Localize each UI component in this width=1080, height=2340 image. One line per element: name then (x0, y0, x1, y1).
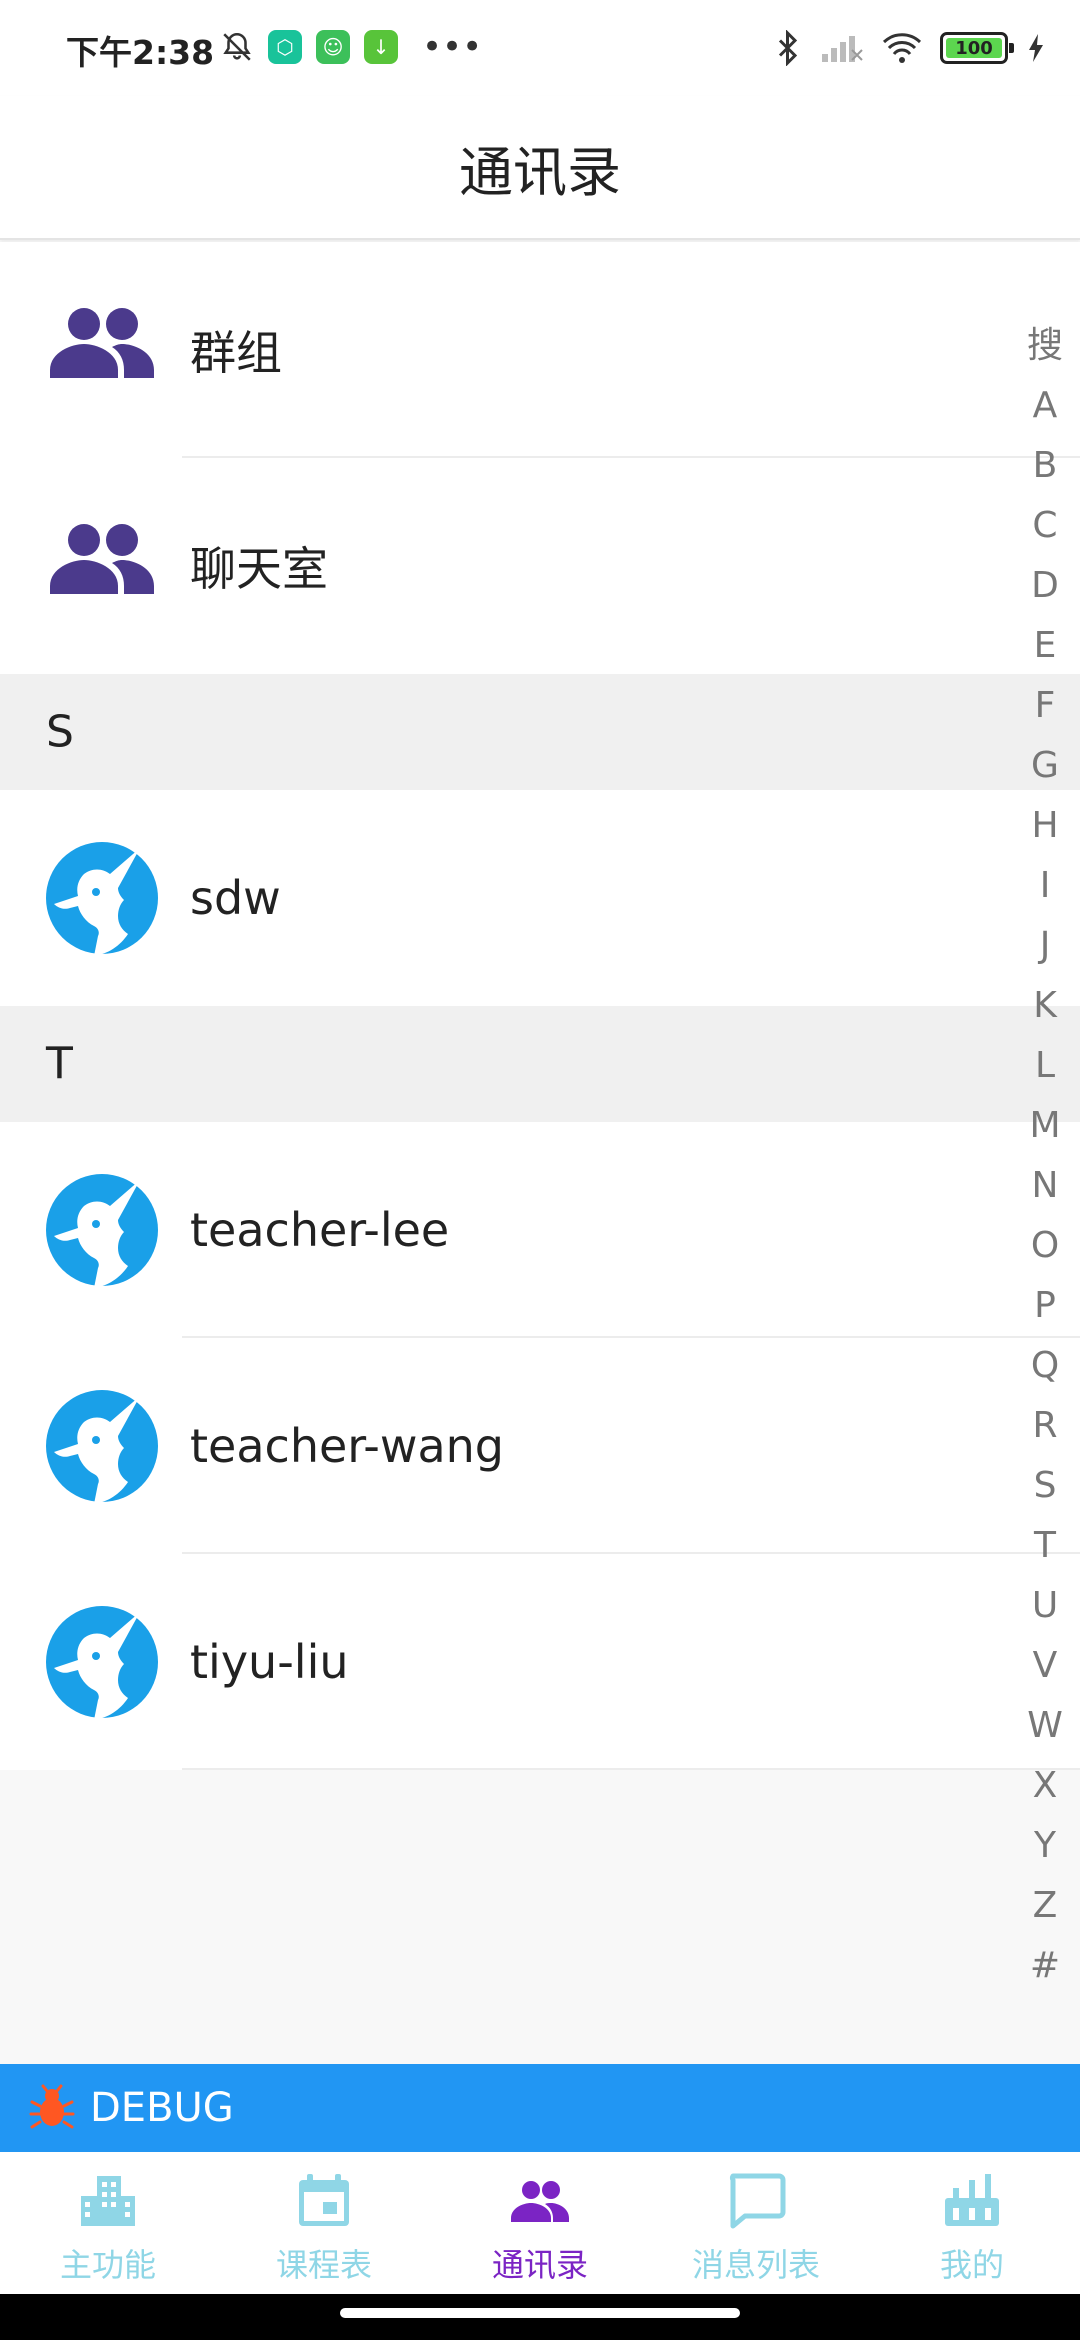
chat-bubble-icon (729, 2173, 786, 2229)
bluetooth-icon (778, 30, 798, 66)
tab-label: 通讯录 (491, 2246, 588, 2284)
section-header-t: T (0, 1006, 1080, 1122)
bug-icon (29, 2084, 75, 2129)
index-letter[interactable]: B (1033, 436, 1058, 496)
contacts-icon (511, 2181, 569, 2222)
tab-contacts[interactable]: 通讯录 (432, 2152, 648, 2294)
bottom-tab-bar: 主功能 课程表 通讯录 消息列表 我的 (0, 2152, 1080, 2294)
building-icon (81, 2176, 135, 2226)
alphabet-index-bar[interactable]: 搜 A B C D E F G H I J K L M N O P Q R S … (1024, 316, 1066, 1996)
more-notifications-icon: ••• (422, 27, 483, 67)
index-letter[interactable]: Q (1031, 1336, 1059, 1396)
index-letter[interactable]: Z (1033, 1876, 1058, 1936)
index-letter[interactable]: E (1034, 616, 1057, 676)
index-letter[interactable]: Y (1034, 1816, 1056, 1876)
unicorn-avatar-icon (46, 1606, 158, 1720)
index-letter[interactable]: T (1034, 1516, 1056, 1576)
page-title: 通讯录 (459, 140, 621, 204)
index-hash[interactable]: # (1030, 1936, 1060, 1996)
debug-label: DEBUG (90, 2085, 234, 2131)
index-letter[interactable]: C (1032, 496, 1057, 556)
contact-name: tiyu-liu (190, 1635, 349, 1689)
unicorn-avatar-icon (46, 1174, 158, 1288)
tab-messages[interactable]: 消息列表 (648, 2152, 864, 2294)
debug-bar[interactable]: DEBUG (0, 2064, 1080, 2152)
system-icons: 100 (776, 30, 1046, 66)
index-letter[interactable]: H (1031, 796, 1058, 856)
section-letter: S (46, 706, 74, 758)
profile-icon (945, 2174, 999, 2226)
tab-main[interactable]: 主功能 (0, 2152, 216, 2294)
android-app-icon: ☺ (316, 30, 350, 64)
index-letter[interactable]: F (1035, 676, 1056, 736)
unicorn-avatar-icon (46, 1390, 158, 1504)
tab-schedule[interactable]: 课程表 (216, 2152, 432, 2294)
calendar-icon (299, 2174, 349, 2226)
battery-icon: 100 (940, 32, 1014, 64)
index-letter[interactable]: K (1033, 976, 1057, 1036)
row-divider (182, 1768, 1080, 1770)
index-letter[interactable]: G (1031, 736, 1059, 796)
contact-row[interactable]: sdw (0, 790, 1080, 1006)
contact-name: teacher-lee (190, 1203, 450, 1257)
tab-profile[interactable]: 我的 (864, 2152, 1080, 2294)
notification-icons: ⬡ ☺ ↓ ••• (220, 30, 482, 64)
home-indicator[interactable] (340, 2308, 740, 2318)
index-letter[interactable]: O (1031, 1216, 1059, 1276)
index-letter[interactable]: N (1032, 1156, 1059, 1216)
status-time: 下午2:38 (66, 33, 215, 72)
contact-row[interactable]: tiyu-liu (0, 1554, 1080, 1770)
tab-label: 主功能 (59, 2246, 156, 2284)
contact-name: sdw (190, 871, 281, 925)
section-header-s: S (0, 674, 1080, 790)
tab-label: 我的 (939, 2246, 1004, 2284)
chatroom-label: 聊天室 (190, 542, 328, 596)
index-letter[interactable]: D (1031, 556, 1059, 616)
bell-off-icon (223, 32, 251, 61)
shield-app-icon: ⬡ (268, 30, 302, 64)
wifi-icon (882, 33, 922, 63)
battery-level: 100 (955, 37, 993, 59)
index-letter[interactable]: R (1032, 1396, 1057, 1456)
chatroom-row[interactable]: 聊天室 (0, 458, 1080, 674)
charging-icon (1029, 34, 1043, 62)
section-letter: T (46, 1038, 73, 1090)
index-letter[interactable]: I (1040, 856, 1051, 916)
index-letter[interactable]: X (1033, 1756, 1058, 1816)
index-letter[interactable]: M (1029, 1096, 1060, 1156)
download-app-icon: ↓ (364, 30, 398, 64)
index-letter[interactable]: W (1027, 1696, 1063, 1756)
group-label: 群组 (190, 326, 282, 380)
index-letter[interactable]: L (1035, 1036, 1055, 1096)
group-people-icon (50, 524, 154, 594)
tab-label: 课程表 (275, 2246, 372, 2284)
tab-label: 消息列表 (691, 2246, 820, 2284)
group-people-icon (50, 308, 154, 378)
status-bar: 下午2:38 ⬡ ☺ ↓ ••• 100 (0, 0, 1080, 96)
contact-row[interactable]: teacher-lee (0, 1122, 1080, 1338)
index-letter[interactable]: U (1032, 1576, 1058, 1636)
contact-list: 群组 聊天室 S sdw T teacher-lee teacher-wang … (0, 242, 1080, 1770)
index-letter[interactable]: P (1034, 1276, 1056, 1336)
index-letter[interactable]: J (1040, 916, 1051, 976)
index-letter[interactable]: V (1033, 1636, 1058, 1696)
index-letter[interactable]: A (1033, 376, 1058, 436)
index-search[interactable]: 搜 (1027, 316, 1063, 376)
signal-icon (822, 36, 863, 62)
contact-row[interactable]: teacher-wang (0, 1338, 1080, 1554)
contact-name: teacher-wang (190, 1419, 505, 1473)
group-row[interactable]: 群组 (0, 242, 1080, 458)
index-letter[interactable]: S (1034, 1456, 1057, 1516)
app-header: 通讯录 (0, 96, 1080, 240)
unicorn-avatar-icon (46, 842, 158, 956)
system-navigation-bar (0, 2294, 1080, 2340)
